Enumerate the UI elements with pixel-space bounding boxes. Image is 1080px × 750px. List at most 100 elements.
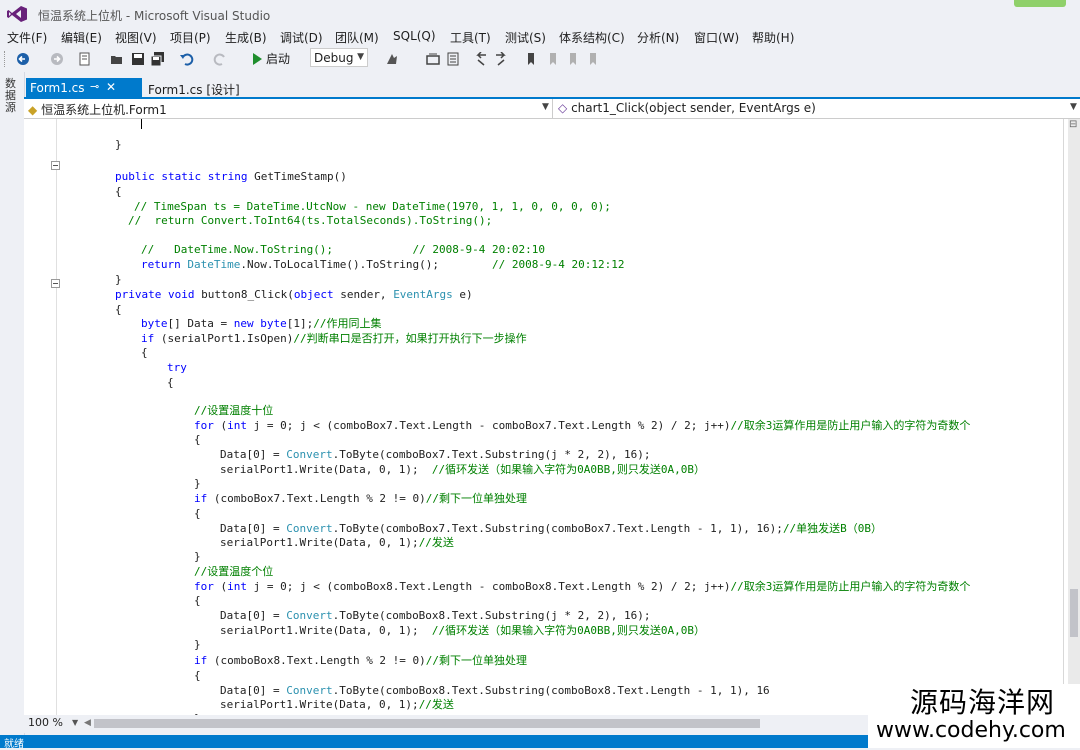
solution-explorer-icon[interactable] xyxy=(426,52,440,66)
collapse-toggle[interactable] xyxy=(51,279,60,288)
code-line[interactable]: } xyxy=(115,138,122,151)
code-line[interactable]: serialPort1.Write(Data, 0, 1); //循环发送（如果… xyxy=(220,463,705,476)
start-label: 启动 xyxy=(266,52,291,66)
code-line[interactable]: } xyxy=(194,550,201,563)
code-line[interactable]: Data[0] = Convert.ToByte(comboBox7.Text.… xyxy=(220,522,882,535)
code-line[interactable]: } xyxy=(194,638,201,651)
collapse-toggle[interactable] xyxy=(51,161,60,170)
menu-architecture[interactable]: 体系结构(C) xyxy=(559,29,625,46)
code-editor[interactable]: } public static string GetTimeStamp() { // … xyxy=(24,119,1068,715)
code-line[interactable]: for (int j = 0; j < (comboBox7.Text.Leng… xyxy=(194,419,970,432)
member-selector[interactable]: ◇ chart1_Click(object sender, EventArgs … xyxy=(558,101,816,115)
code-line[interactable]: byte[] Data = new byte[1];//作用同上集 xyxy=(141,317,381,330)
code-line[interactable]: // TimeSpan ts = DateTime.UtcNow - new D… xyxy=(134,200,611,213)
navigate-back-icon[interactable] xyxy=(16,52,30,66)
open-file-icon[interactable] xyxy=(110,52,124,66)
tab-form1-cs[interactable]: Form1.cs ⊸ ✕ xyxy=(26,78,142,98)
tab-label: Form1.cs [设计] xyxy=(148,83,240,97)
code-line[interactable]: // return Convert.ToInt64(ts.TotalSecond… xyxy=(128,214,492,227)
navigate-forward-icon[interactable] xyxy=(50,52,64,66)
pin-icon[interactable]: ⊸ xyxy=(90,80,99,93)
code-line[interactable]: { xyxy=(115,303,122,316)
class-selector-value: 恒温系统上位机.Form1 xyxy=(41,103,167,117)
configuration-value: Debug xyxy=(314,51,354,65)
menu-team[interactable]: 团队(M) xyxy=(335,29,379,46)
code-line[interactable]: { xyxy=(194,594,201,607)
close-icon[interactable]: ✕ xyxy=(106,80,116,94)
save-all-icon[interactable] xyxy=(151,52,165,66)
column-guide xyxy=(1063,119,1064,715)
code-line[interactable]: { xyxy=(141,346,148,359)
code-line[interactable]: { xyxy=(167,376,174,389)
play-icon xyxy=(253,53,262,65)
code-line[interactable]: { xyxy=(194,669,201,682)
new-project-icon[interactable] xyxy=(78,52,92,66)
solution-configuration-select[interactable]: Debug ▼ xyxy=(310,48,368,67)
chevron-down-icon[interactable]: ▼ xyxy=(542,102,549,112)
code-line[interactable]: for (int j = 0; j < (comboBox8.Text.Leng… xyxy=(194,580,970,593)
menu-help[interactable]: 帮助(H) xyxy=(752,29,794,46)
notification-badge[interactable] xyxy=(1014,0,1066,7)
member-selector-value: chart1_Click(object sender, EventArgs e) xyxy=(571,101,816,115)
menu-window[interactable]: 窗口(W) xyxy=(694,29,739,46)
properties-icon[interactable] xyxy=(446,52,460,66)
save-icon[interactable] xyxy=(131,52,145,66)
document-tabs: Form1.cs ⊸ ✕ Form1.cs [设计] xyxy=(24,78,1080,98)
attach-process-icon[interactable] xyxy=(385,52,399,66)
code-line[interactable]: Data[0] = Convert.ToByte(comboBox8.Text.… xyxy=(220,684,770,697)
code-line[interactable]: if (comboBox8.Text.Length % 2 != 0)//剩下一… xyxy=(194,654,527,667)
code-line[interactable]: if (serialPort1.IsOpen)//判断串口是否打开，如果打开执行… xyxy=(141,332,527,345)
scroll-left-icon[interactable]: ◀ xyxy=(84,718,91,728)
menu-test[interactable]: 测试(S) xyxy=(505,29,546,46)
code-line[interactable]: try xyxy=(167,361,187,374)
code-line[interactable]: public static string GetTimeStamp() xyxy=(115,170,347,183)
code-line[interactable]: { xyxy=(115,185,122,198)
code-line[interactable]: // DateTime.Now.ToString(); // 2008-9-4 … xyxy=(141,243,545,256)
vertical-scrollbar[interactable]: ⊟ xyxy=(1068,119,1080,715)
window-title: 恒温系统上位机 - Microsoft Visual Studio xyxy=(38,9,271,23)
menu-tools[interactable]: 工具(T) xyxy=(450,29,491,46)
navigation-bar: ◆ 恒温系统上位机.Form1 ▼ ◇ chart1_Click(object … xyxy=(24,99,1080,119)
menu-sql[interactable]: SQL(Q) xyxy=(393,29,436,43)
menu-debug[interactable]: 调试(D) xyxy=(280,29,323,46)
code-line[interactable]: serialPort1.Write(Data, 0, 1);//发送 xyxy=(220,698,454,711)
code-line[interactable]: return DateTime.Now.ToLocalTime().ToStri… xyxy=(141,258,624,271)
bookmark-next-icon[interactable] xyxy=(566,52,580,66)
code-line[interactable]: //设置温度十位 xyxy=(194,404,273,417)
code-line[interactable]: serialPort1.Write(Data, 0, 1); //循环发送（如果… xyxy=(220,624,705,637)
tab-form1-design[interactable]: Form1.cs [设计] xyxy=(148,81,240,98)
menu-analyze[interactable]: 分析(N) xyxy=(637,29,679,46)
start-debugging-button[interactable]: 启动 xyxy=(253,50,290,68)
code-line[interactable]: } xyxy=(115,273,122,286)
visual-studio-logo-icon xyxy=(7,6,27,22)
class-selector[interactable]: ◆ 恒温系统上位机.Form1 xyxy=(28,101,167,118)
code-line[interactable]: { xyxy=(194,433,201,446)
code-line[interactable]: Data[0] = Convert.ToByte(comboBox8.Text.… xyxy=(220,609,650,622)
bookmark-clear-icon[interactable] xyxy=(586,52,600,66)
step-forward-icon[interactable] xyxy=(494,52,508,66)
step-back-icon[interactable] xyxy=(474,52,488,66)
data-sources-tab[interactable]: 数据源 xyxy=(5,78,19,114)
bookmark-icon[interactable] xyxy=(524,52,538,66)
code-line[interactable]: } xyxy=(194,477,201,490)
split-handle-icon[interactable]: ⊟ xyxy=(1069,120,1079,130)
code-line[interactable]: serialPort1.Write(Data, 0, 1);//发送 xyxy=(220,536,454,549)
code-line[interactable]: Data[0] = Convert.ToByte(comboBox7.Text.… xyxy=(220,448,650,461)
chevron-down-icon[interactable]: ▼ xyxy=(1070,102,1077,112)
code-line[interactable]: private void button8_Click(object sender… xyxy=(115,288,473,301)
menu-build[interactable]: 生成(B) xyxy=(225,29,267,46)
code-line[interactable]: //设置温度个位 xyxy=(194,565,273,578)
scroll-thumb[interactable] xyxy=(1070,589,1078,637)
redo-icon[interactable] xyxy=(213,52,227,66)
menu-edit[interactable]: 编辑(E) xyxy=(61,29,102,46)
code-line[interactable]: if (comboBox7.Text.Length % 2 != 0)//剩下一… xyxy=(194,492,527,505)
zoom-select[interactable]: 100 % ▼ xyxy=(28,716,80,731)
menu-file[interactable]: 文件(F) xyxy=(7,29,47,46)
bookmark-prev-icon[interactable] xyxy=(546,52,560,66)
undo-icon[interactable] xyxy=(180,52,194,66)
menu-view[interactable]: 视图(V) xyxy=(115,29,157,46)
horizontal-scroll-thumb[interactable] xyxy=(94,719,760,728)
toolbar-grip[interactable] xyxy=(4,51,8,67)
menu-project[interactable]: 项目(P) xyxy=(170,29,211,46)
code-line[interactable]: { xyxy=(194,507,201,520)
